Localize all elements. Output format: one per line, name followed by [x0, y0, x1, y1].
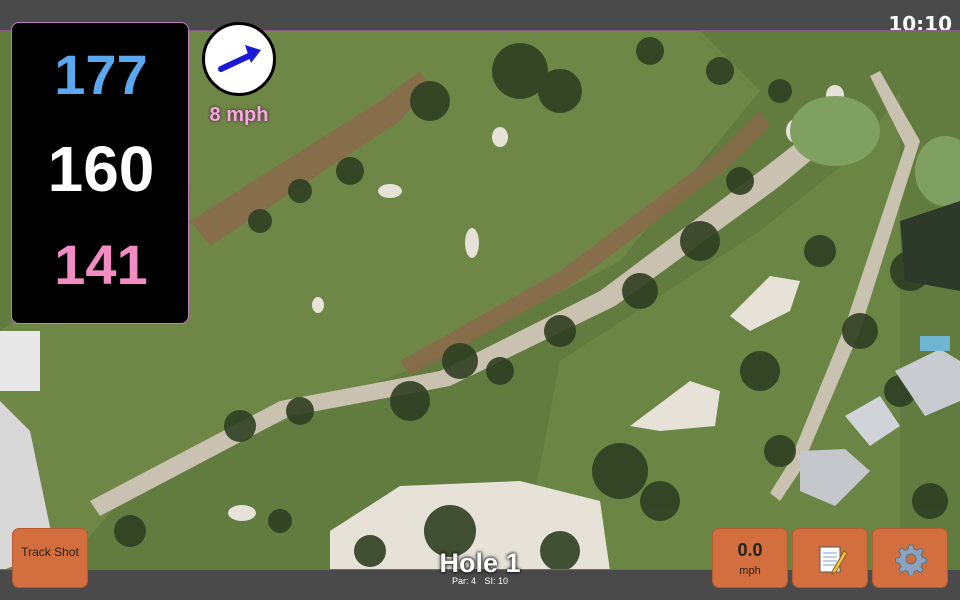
center-distance: 160 [47, 133, 155, 205]
speed-value: 0.0 [737, 540, 763, 560]
wind-direction-arrow-icon [218, 45, 261, 72]
track-shot-button[interactable]: Track Shot [12, 528, 88, 588]
stroke-index-label: SI: 10 [484, 576, 509, 586]
settings-button[interactable] [872, 528, 948, 588]
wind-direction-dial [202, 22, 276, 96]
hole-title: Hole 1 [439, 548, 521, 578]
wind-speed: 8 mph [209, 104, 269, 126]
gear-icon [895, 544, 927, 575]
back-distance: 177 [54, 43, 148, 106]
distance-panel: 177 160 141 [11, 22, 189, 324]
notes-button[interactable] [792, 528, 868, 588]
front-distance: 141 [54, 233, 148, 296]
speed-button[interactable]: 0.0 mph [712, 528, 788, 588]
speed-unit: mph [739, 565, 761, 577]
notepad-icon [819, 546, 847, 575]
hole-meta: Par: 4 SI: 10 [380, 577, 580, 586]
par-label: Par: 4 [451, 576, 476, 586]
